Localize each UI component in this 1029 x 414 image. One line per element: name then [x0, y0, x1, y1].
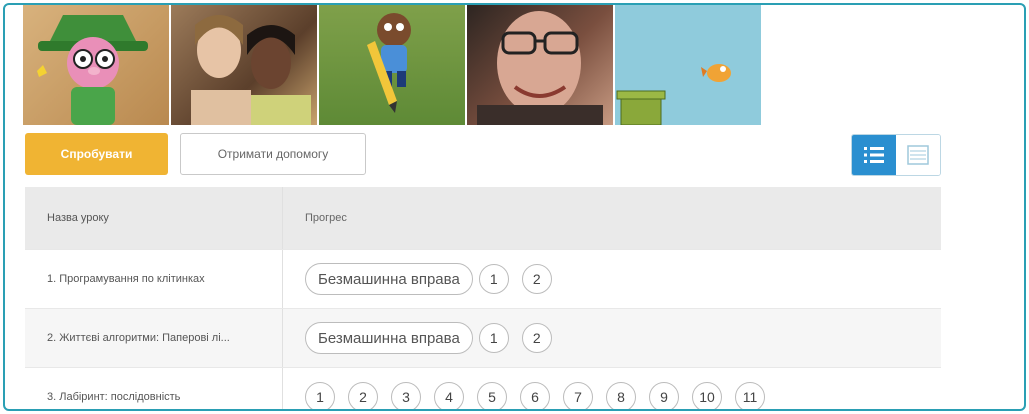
level-bubble[interactable]: 9 — [649, 382, 679, 409]
progress-cell: Безмашинна вправа 1 2 — [283, 309, 941, 367]
level-bubble[interactable]: 6 — [520, 382, 550, 409]
table-row: 3. Лабіринт: послідовність 1 2 3 4 5 6 7… — [25, 368, 941, 409]
unplugged-activity-bubble[interactable]: Безмашинна вправа — [305, 322, 473, 354]
level-bubble[interactable]: 1 — [478, 264, 509, 294]
column-header-progress: Прогрес — [305, 212, 347, 224]
level-bubble[interactable]: 8 — [606, 382, 636, 409]
unplugged-activity-bubble[interactable]: Безмашинна вправа — [305, 263, 473, 295]
level-bubble[interactable]: 2 — [521, 264, 552, 294]
column-header-lesson: Назва уроку — [25, 187, 283, 249]
try-button[interactable]: Спробувати — [25, 133, 168, 175]
level-bubble[interactable]: 1 — [305, 382, 335, 409]
list-detail-icon — [864, 147, 884, 163]
two-girls-photo-thumbnail[interactable] — [171, 5, 317, 125]
lesson-title[interactable]: 2. Життєві алгоритми: Паперові лі... — [25, 309, 283, 367]
boy-with-pencil-thumbnail[interactable] — [319, 5, 465, 125]
table-row: 2. Життєві алгоритми: Паперові лі... Без… — [25, 309, 941, 368]
lesson-title[interactable]: 3. Лабіринт: послідовність — [25, 368, 283, 409]
lesson-panel: Спробувати Отримати допомогу Назва уроку… — [3, 3, 1026, 411]
compact-view-toggle[interactable] — [896, 135, 940, 175]
flappy-game-thumbnail[interactable] — [615, 5, 761, 125]
level-bubble[interactable]: 4 — [434, 382, 464, 409]
level-bubble[interactable]: 11 — [735, 382, 765, 409]
level-bubble[interactable]: 10 — [692, 382, 722, 409]
wizard-character-thumbnail[interactable] — [23, 5, 169, 125]
lesson-title[interactable]: 1. Програмування по клітинках — [25, 250, 283, 308]
level-bubble[interactable]: 5 — [477, 382, 507, 409]
lessons-table: Назва уроку Прогрес 1. Програмування по … — [25, 187, 941, 409]
man-glasses-image — [477, 11, 603, 125]
man-glasses-photo-thumbnail[interactable] — [467, 5, 613, 125]
progress-cell: Безмашинна вправа 1 2 — [283, 250, 941, 308]
list-compact-icon — [907, 145, 929, 165]
detail-view-toggle[interactable] — [852, 135, 896, 175]
table-row: 1. Програмування по клітинках Безмашинна… — [25, 250, 941, 309]
level-bubble[interactable]: 3 — [391, 382, 421, 409]
boy-with-pencil-image — [367, 13, 411, 113]
view-toggle — [851, 134, 941, 176]
table-header: Назва уроку Прогрес — [25, 187, 941, 250]
level-bubble[interactable]: 1 — [478, 323, 509, 353]
two-girls-image — [191, 15, 311, 125]
level-bubble[interactable]: 2 — [348, 382, 378, 409]
level-bubble[interactable]: 7 — [563, 382, 593, 409]
get-help-button[interactable]: Отримати допомогу — [180, 133, 366, 175]
level-bubble[interactable]: 2 — [521, 323, 552, 353]
flappy-game-image — [616, 64, 731, 125]
progress-cell: 1 2 3 4 5 6 7 8 9 10 11 — [283, 368, 941, 409]
wizard-character-image — [37, 15, 148, 125]
lesson-thumbnails — [23, 5, 761, 125]
